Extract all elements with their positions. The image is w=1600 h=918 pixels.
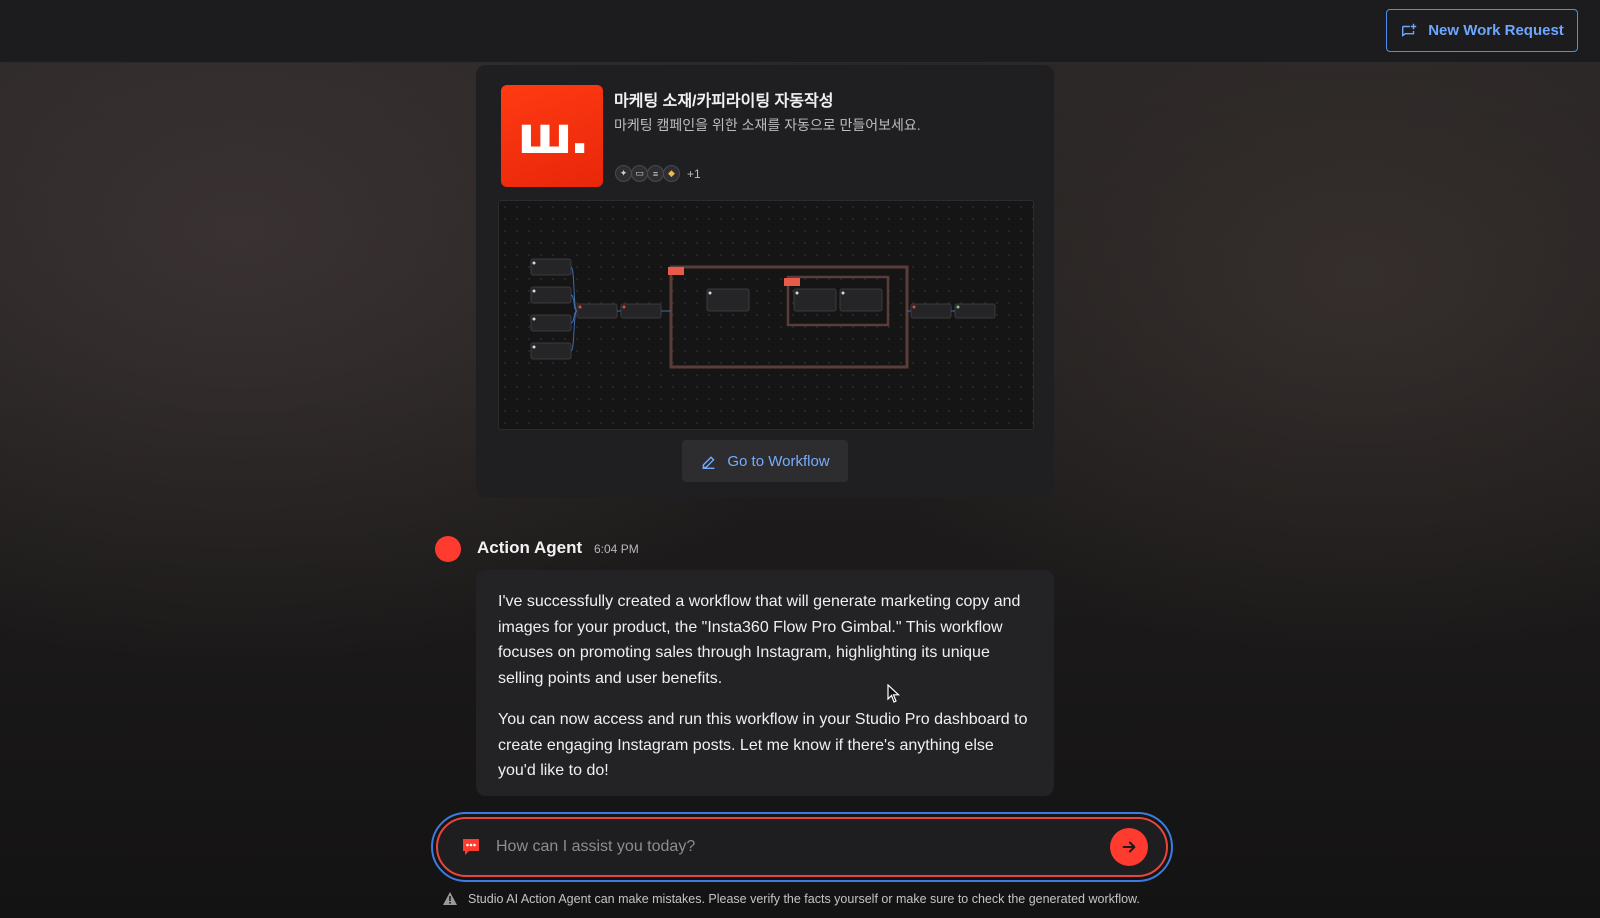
new-work-request-button[interactable]: New Work Request: [1386, 9, 1578, 52]
arrow-right-icon: [1122, 841, 1136, 853]
tag-icon: ◆: [663, 165, 680, 182]
go-to-workflow-button[interactable]: Go to Workflow: [682, 440, 848, 482]
send-button[interactable]: [1110, 828, 1148, 866]
tool-more-count: +1: [687, 166, 701, 181]
workflow-title: 마케팅 소재/카피라이팅 자동작성: [614, 93, 834, 110]
disclaimer: Studio AI Action Agent can make mistakes…: [442, 891, 1140, 906]
disclaimer-text: Studio AI Action Agent can make mistakes…: [468, 891, 1140, 906]
workflow-preview[interactable]: [498, 200, 1034, 430]
message-paragraph-2: You can now access and run this workflow…: [498, 711, 1028, 779]
workflow-logo-text: ш.: [517, 106, 590, 166]
sparkle-icon: ✦: [615, 165, 632, 182]
filter-icon: ≡: [647, 165, 664, 182]
warning-icon: [443, 892, 457, 905]
message-timestamp: 6:04 PM: [594, 542, 639, 556]
tool-icons-row: ✦ ▭ ≡ ◆ +1: [615, 165, 701, 182]
chat-composer-inner: [436, 817, 1168, 877]
top-bar: New Work Request: [0, 0, 1600, 63]
keyboard-icon: ▭: [631, 165, 648, 182]
agent-name: Action Agent: [477, 538, 583, 557]
agent-avatar: [435, 536, 461, 562]
workflow-logo: ш.: [501, 85, 603, 187]
chat-composer: [431, 812, 1173, 882]
new-request-icon: [1402, 23, 1417, 37]
go-to-workflow-label: Go to Workflow: [727, 452, 830, 470]
workflow-description: 마케팅 캠페인을 위한 소재를 자동으로 만들어보세요.: [614, 117, 921, 133]
agent-message: I've successfully created a workflow tha…: [476, 570, 1054, 796]
new-work-request-label: New Work Request: [1428, 22, 1564, 39]
edit-pencil-icon: [702, 455, 715, 469]
mouse-cursor-icon: [887, 684, 901, 703]
workflow-diagram: [530, 258, 996, 369]
workflow-card: ш. 마케팅 소재/카피라이팅 자동작성 마케팅 캠페인을 위한 소재를 자동으…: [476, 65, 1054, 498]
chat-bubble-icon: [463, 839, 479, 855]
message-paragraph-1: I've successfully created a workflow tha…: [498, 593, 1021, 687]
chat-input[interactable]: [496, 838, 1110, 856]
